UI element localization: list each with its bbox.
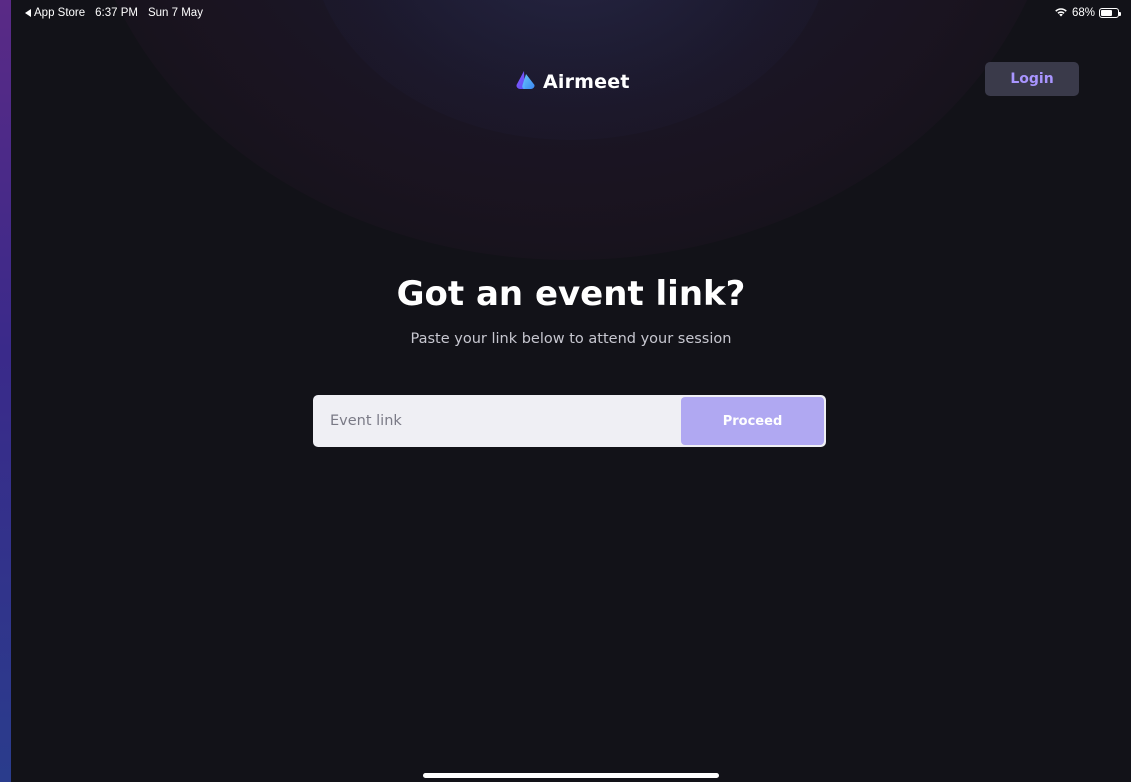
wifi-icon xyxy=(1054,6,1068,20)
status-date: Sun 7 May xyxy=(147,7,203,19)
airmeet-logo: Airmeet xyxy=(515,70,630,94)
battery-tip xyxy=(1119,11,1121,16)
battery-fill xyxy=(1101,10,1112,16)
home-indicator[interactable] xyxy=(423,773,719,778)
status-bar: App Store 6:37 PM Sun 7 May 68% xyxy=(11,0,1131,26)
event-link-form: Proceed xyxy=(313,395,826,447)
page-title: Got an event link? xyxy=(396,274,746,314)
app-screen: App Store 6:37 PM Sun 7 May 68% Airmeet … xyxy=(11,0,1131,782)
event-link-input[interactable] xyxy=(314,396,680,446)
airmeet-logo-icon xyxy=(515,70,537,94)
back-to-app-link[interactable]: App Store xyxy=(25,7,85,19)
status-left: App Store 6:37 PM Sun 7 May xyxy=(25,7,203,19)
airmeet-logo-text: Airmeet xyxy=(543,71,630,93)
battery-icon xyxy=(1099,8,1121,18)
status-time: 6:37 PM xyxy=(95,7,138,19)
page-subtitle: Paste your link below to attend your ses… xyxy=(410,331,732,347)
login-button[interactable]: Login xyxy=(985,62,1079,96)
battery-percent: 68% xyxy=(1071,7,1095,19)
back-app-label: App Store xyxy=(34,7,86,19)
proceed-button[interactable]: Proceed xyxy=(681,397,824,445)
back-arrow-icon xyxy=(25,9,31,17)
wallpaper-edge xyxy=(0,0,11,782)
status-right: 68% xyxy=(1054,6,1121,20)
